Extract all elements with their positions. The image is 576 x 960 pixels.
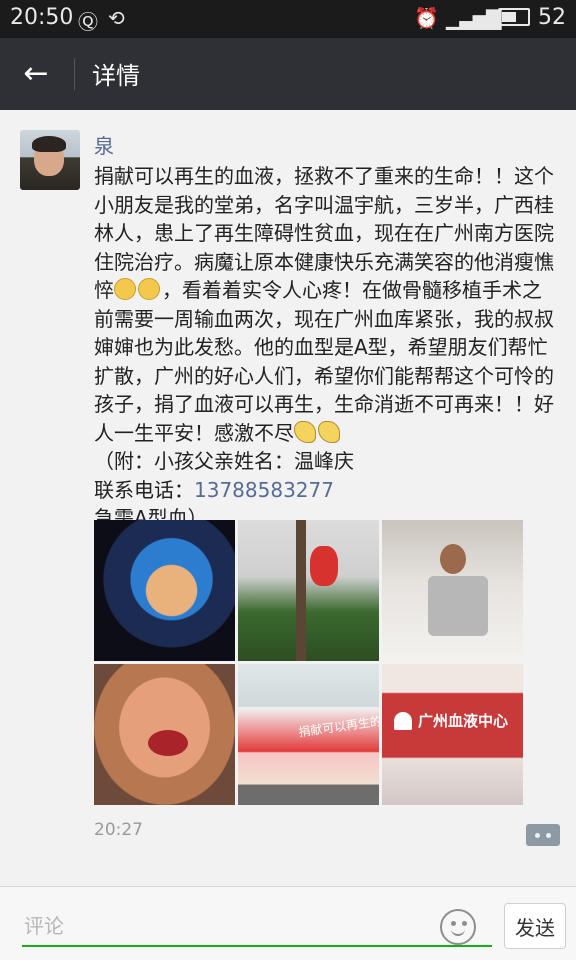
- post-text-part-2: ，看着着实令人心疼！在做骨髓移植手术之前需要一周输血两次，现在广州血库紧张，我的…: [94, 278, 554, 445]
- status-time: 20:50: [10, 5, 74, 30]
- q-app-icon: Ⓠ: [78, 10, 98, 34]
- avatar[interactable]: [20, 130, 80, 190]
- battery-level: 52: [538, 5, 566, 30]
- post-text-part-3: （附：小孩父亲姓名：温峰庆: [94, 449, 354, 473]
- dots-icon: [535, 833, 540, 838]
- bus-sign-text: 捐献可以再生的血液: [297, 710, 379, 740]
- phone-number-link[interactable]: 13788583277: [194, 478, 334, 502]
- arrow-left-icon[interactable]: ←: [14, 52, 58, 96]
- post-time: 20:27: [94, 820, 143, 840]
- sad-face-emoji-icon: [114, 278, 136, 300]
- sync-icon: ⟲: [108, 6, 125, 30]
- avatar-hair: [32, 136, 66, 152]
- smiley-eye: [462, 921, 467, 926]
- status-bar: 20:50 Ⓠ ⟲ ⏰ ▁▃▅▇ 52: [0, 0, 576, 38]
- photo-child-bed[interactable]: [382, 520, 523, 661]
- post-text: 捐献可以再生的血液，拯救不了重来的生命！！这个小朋友是我的堂弟，名字叫温宇航，三…: [94, 162, 560, 533]
- banana-emoji-icon: [318, 420, 340, 443]
- photo-child-mouth[interactable]: [94, 664, 235, 805]
- page-title: 详情: [92, 62, 140, 90]
- photo-blood-center[interactable]: 广州血液中心: [382, 664, 523, 805]
- smiley-mouth: [451, 928, 465, 936]
- alarm-icon: ⏰: [414, 6, 439, 30]
- contact-label: 联系电话：: [94, 477, 194, 502]
- photo-child-hood[interactable]: [94, 520, 235, 661]
- title-bar: ← 详情: [0, 38, 576, 110]
- signal-icon: ▁▃▅▇: [446, 6, 502, 30]
- comment-more-button[interactable]: [526, 824, 560, 846]
- sad-face-emoji-icon: [138, 278, 160, 300]
- dots-icon: [546, 833, 551, 838]
- comment-input[interactable]: [22, 907, 492, 947]
- banana-emoji-icon: [294, 420, 316, 443]
- title-divider: [74, 58, 75, 90]
- photo-blood-bus[interactable]: 捐献可以再生的血液: [238, 664, 379, 805]
- blood-center-sign-text: 广州血液中心: [418, 712, 509, 730]
- photo-child-tree[interactable]: [238, 520, 379, 661]
- comment-bar: 发送: [0, 886, 576, 960]
- smiley-face-icon[interactable]: [440, 909, 476, 945]
- battery-icon: [498, 8, 530, 26]
- send-button[interactable]: 发送: [504, 903, 566, 949]
- blood-center-logo: [394, 712, 412, 730]
- moment-post: 泉 捐献可以再生的血液，拯救不了重来的生命！！这个小朋友是我的堂弟，名字叫温宇航…: [0, 110, 576, 886]
- post-username[interactable]: 泉: [94, 130, 114, 159]
- smiley-eye: [451, 921, 456, 926]
